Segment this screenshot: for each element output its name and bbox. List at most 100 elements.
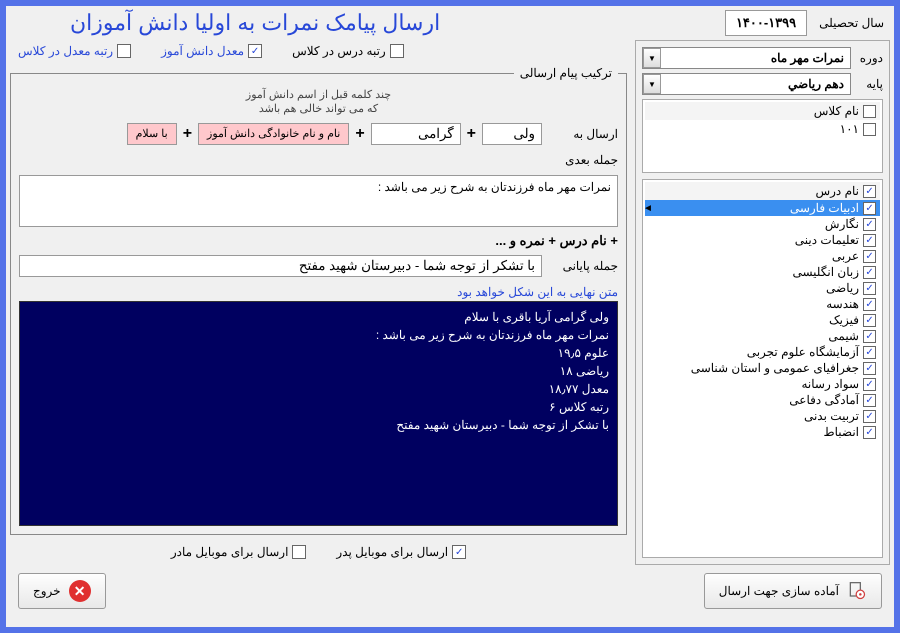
- class-all-checkbox[interactable]: [863, 105, 876, 118]
- checkbox-icon[interactable]: ✓: [863, 202, 876, 215]
- checkbox-icon[interactable]: ✓: [863, 394, 876, 407]
- checkbox-icon[interactable]: ✓: [863, 410, 876, 423]
- grade-row: پایه دهم رياضي ▼: [642, 73, 883, 95]
- class-list: نام کلاس ۱۰۱: [642, 99, 883, 173]
- subject-label: تربیت بدنی: [649, 409, 859, 423]
- subjects-all-checkbox[interactable]: ✓: [863, 185, 876, 198]
- grade-value: دهم رياضي: [661, 77, 850, 91]
- page-title: ارسال پیامک نمرات به اولیا دانش آموزان: [70, 10, 440, 36]
- subject-label: تعلیمات دینی: [649, 233, 859, 247]
- class-header-label: نام کلاس: [814, 104, 859, 118]
- subject-label: فیزیک: [649, 313, 859, 327]
- subject-label: ریاضی: [649, 281, 859, 295]
- subjects-header-label: نام درس: [815, 184, 859, 198]
- checkbox-icon[interactable]: ✓: [863, 362, 876, 375]
- close-icon: ✕: [69, 580, 91, 602]
- grade-label: پایه: [855, 77, 883, 91]
- checkbox-icon[interactable]: ✓: [863, 314, 876, 327]
- hint-text: چند کلمه قبل از اسم دانش آموز که می توان…: [19, 88, 618, 117]
- closing-label: جمله پایانی: [548, 259, 618, 273]
- filters-panel: دوره نمرات مهر ماه ▼ پایه دهم رياضي ▼ نا…: [635, 40, 890, 565]
- plus-icon: +: [183, 125, 192, 143]
- subject-label: هندسه: [649, 297, 859, 311]
- checkbox-icon[interactable]: [863, 123, 876, 136]
- gear-document-icon: [847, 581, 867, 601]
- subject-row[interactable]: ✓شیمی: [645, 328, 880, 344]
- subject-row[interactable]: ✓ ادبیات فارسی: [645, 200, 880, 216]
- subject-label: نگارش: [649, 217, 859, 231]
- exit-button[interactable]: ✕ خروج: [18, 573, 106, 609]
- subjects-header: ✓ نام درس: [645, 182, 880, 200]
- checkbox-icon[interactable]: ✓: [863, 330, 876, 343]
- checkbox-icon[interactable]: ✓: [863, 234, 876, 247]
- year-value: ۱۴۰۰-۱۳۹۹: [725, 10, 807, 36]
- subject-label: عربی: [649, 249, 859, 263]
- greeting-input[interactable]: [371, 123, 461, 145]
- subject-row[interactable]: ✓ انضباط: [645, 424, 880, 440]
- subject-row[interactable]: ✓ ریاضی: [645, 280, 880, 296]
- class-header: نام کلاس: [645, 102, 880, 120]
- class-label: ۱۰۱: [840, 122, 859, 136]
- preview-box: ولی گرامی آریا باقری با سلام نمرات مهر م…: [19, 301, 618, 526]
- checkbox-icon[interactable]: ✓: [863, 298, 876, 311]
- subject-row[interactable]: ✓ فیزیک: [645, 312, 880, 328]
- checkbox-icon: [390, 44, 404, 58]
- next-sentence-input[interactable]: نمرات مهر ماه فرزندتان به شرح زیر می باش…: [19, 175, 618, 227]
- checkbox-icon: [292, 545, 306, 559]
- subject-label: زبان انگلیسی: [649, 265, 859, 279]
- salam-placeholder: با سلام: [127, 123, 177, 145]
- checkbox-icon[interactable]: ✓: [863, 266, 876, 279]
- checkbox-icon[interactable]: ✓: [863, 282, 876, 295]
- opt-send-mother[interactable]: ارسال برای موبایل مادر: [171, 545, 307, 559]
- plus-icon: +: [467, 125, 476, 143]
- chevron-down-icon[interactable]: ▼: [643, 48, 661, 68]
- subject-row[interactable]: ✓ هندسه: [645, 296, 880, 312]
- subject-row[interactable]: ✓ عربی: [645, 248, 880, 264]
- checkbox-icon: ✓: [248, 44, 262, 58]
- subject-row[interactable]: ✓ آمادگی دفاعی: [645, 392, 880, 408]
- subject-row[interactable]: ✓ تربیت بدنی: [645, 408, 880, 424]
- opt-send-father[interactable]: ✓ ارسال برای موبایل پدر: [336, 545, 466, 559]
- subject-row[interactable]: ✓جغرافیای عمومی و استان شناسی: [645, 360, 880, 376]
- opt-rank-class[interactable]: رتبه درس در کلاس: [292, 44, 404, 58]
- preview-label: متن نهایی به این شکل خواهد بود: [19, 285, 618, 299]
- subject-row[interactable]: ✓ تعلیمات دینی: [645, 232, 880, 248]
- next-sentence-row: جمله بعدی: [19, 153, 618, 167]
- subject-label: انضباط: [649, 425, 859, 439]
- send-to-label: ارسال به: [548, 127, 618, 141]
- period-row: دوره نمرات مهر ماه ▼: [642, 47, 883, 69]
- closing-input[interactable]: [19, 255, 542, 277]
- send-to-input[interactable]: [482, 123, 542, 145]
- greeting-line: ارسال به + + نام و نام خانوادگی دانش آمو…: [19, 123, 618, 145]
- subject-label: آزمایشگاه علوم تجربی: [649, 345, 859, 359]
- subject-label: آمادگی دفاعی: [649, 393, 859, 407]
- subject-row[interactable]: ✓ نگارش: [645, 216, 880, 232]
- checkbox-icon[interactable]: ✓: [863, 250, 876, 263]
- prepare-button[interactable]: آماده سازی جهت ارسال: [704, 573, 882, 609]
- subject-label: ادبیات فارسی: [649, 201, 859, 215]
- next-sentence-label: جمله بعدی: [548, 153, 618, 167]
- plus-icon: +: [355, 125, 364, 143]
- buttons-row: آماده سازی جهت ارسال ✕ خروج: [10, 569, 890, 613]
- compose-fieldset: ترکیب پیام ارسالی چند کلمه قبل از اسم دا…: [10, 66, 627, 535]
- opt-avg-rank-class[interactable]: رتبه معدل در کلاس: [18, 44, 131, 58]
- compose-panel: رتبه درس در کلاس ✓ معدل دانش آموز رتبه م…: [10, 40, 627, 565]
- subject-row[interactable]: ✓ آزمایشگاه علوم تجربی: [645, 344, 880, 360]
- checkbox-icon[interactable]: ✓: [863, 378, 876, 391]
- period-label: دوره: [855, 51, 883, 65]
- closing-row: جمله پایانی: [19, 255, 618, 277]
- subjects-list: ✓ نام درس ✓ ادبیات فارسی ✓ نگارش ✓ تعلیمات دی…: [642, 179, 883, 558]
- checkbox-icon[interactable]: ✓: [863, 346, 876, 359]
- header: سال تحصیلی ۱۴۰۰-۱۳۹۹ ارسال پیامک نمرات ب…: [10, 10, 890, 36]
- period-dropdown[interactable]: نمرات مهر ماه ▼: [642, 47, 851, 69]
- checkbox-icon[interactable]: ✓: [863, 218, 876, 231]
- opt-avg-student[interactable]: ✓ معدل دانش آموز: [161, 44, 262, 58]
- send-options: ✓ ارسال برای موبایل پدر ارسال برای موبای…: [10, 539, 627, 565]
- checkbox-icon: ✓: [452, 545, 466, 559]
- class-row[interactable]: ۱۰۱: [645, 120, 880, 138]
- checkbox-icon[interactable]: ✓: [863, 426, 876, 439]
- subject-row[interactable]: ✓ زبان انگلیسی: [645, 264, 880, 280]
- grade-dropdown[interactable]: دهم رياضي ▼: [642, 73, 851, 95]
- subject-row[interactable]: ✓سواد رسانه: [645, 376, 880, 392]
- chevron-down-icon[interactable]: ▼: [643, 74, 661, 94]
